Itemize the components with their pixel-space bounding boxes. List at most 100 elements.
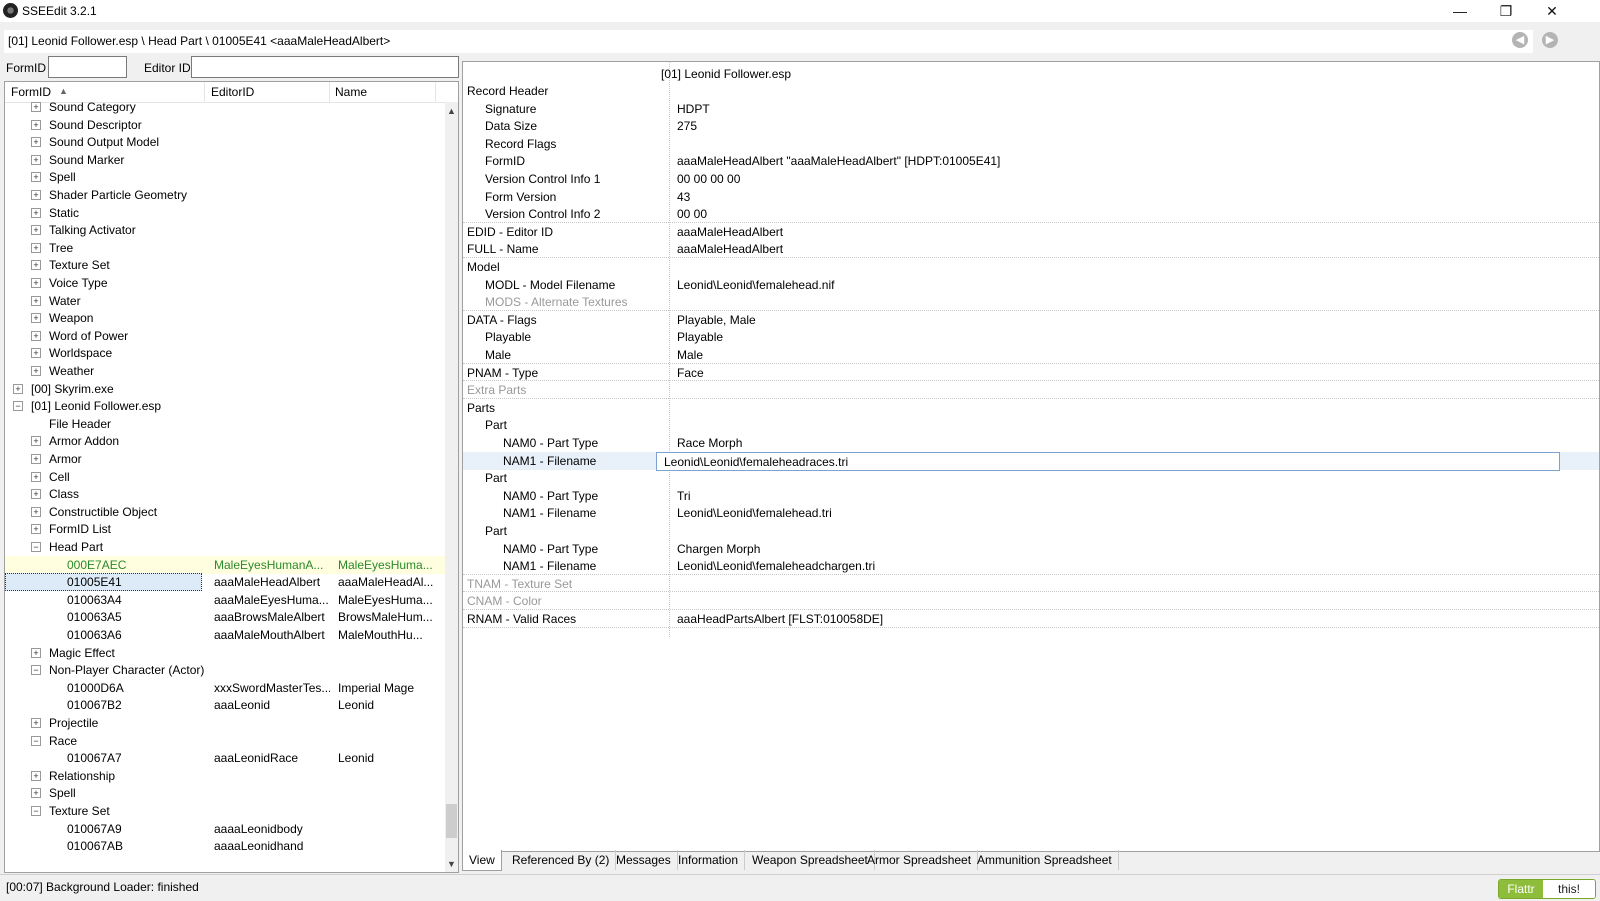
expand-icon[interactable]: + [31,471,41,482]
record-path-bar[interactable]: [01] Leonid Follower.esp \ Head Part \ 0… [4,30,1533,53]
record-row[interactable]: Data Size 275 [463,117,1599,135]
tree-row[interactable]: − Texture Set [5,802,445,820]
tree-row[interactable]: 010063A5 aaaBrowsMaleAlbert BrowsMaleHum..… [5,608,445,626]
tree-row[interactable]: − [01] Leonid Follower.esp [5,397,445,415]
record-row[interactable]: Part [463,522,1599,540]
tab-ammunition-spreadsheet[interactable]: Ammunition Spreadsheet [971,850,1119,870]
collapse-icon[interactable]: − [31,542,41,552]
expand-icon[interactable]: + [31,348,41,359]
expand-icon[interactable]: + [31,313,41,324]
column-header-editorid[interactable]: EditorID [211,85,254,99]
record-view[interactable]: [01] Leonid Follower.esp Record Header Si… [462,61,1600,852]
scrollbar-thumb[interactable] [446,804,457,838]
record-row[interactable]: FULL - Name aaaMaleHeadAlbert [463,240,1599,258]
expand-icon[interactable]: + [31,190,41,200]
editorid-filter-input[interactable] [191,56,459,78]
expand-icon[interactable]: + [31,506,41,517]
tree-row[interactable]: + Talking Activator [5,221,445,239]
tree-row[interactable]: + Armor Addon [5,432,445,450]
tree-row[interactable]: − Non-Player Character (Actor) [5,661,445,679]
record-row[interactable]: Model [463,258,1599,276]
tree-row[interactable]: + Sound Category [5,102,445,116]
expand-icon[interactable]: + [31,137,41,148]
record-row[interactable]: TNAM - Texture Set [463,575,1599,593]
maximize-button[interactable]: ❐ [1483,0,1529,22]
tree-row[interactable]: + Weapon [5,309,445,327]
record-row[interactable]: Part [463,416,1599,434]
tree-row[interactable]: 010067A7 aaaLeonidRace Leonid [5,749,445,767]
record-row[interactable]: MODL - Model Filename Leonid\Leonid\femal… [463,276,1599,294]
record-row[interactable]: Signature HDPT [463,100,1599,118]
tree-row[interactable]: File Header [5,415,445,433]
tree-row[interactable]: + Shader Particle Geometry [5,186,445,204]
tree-row[interactable]: + Cell [5,468,445,486]
tree-row[interactable]: 010063A4 aaaMaleEyesHuma... MaleEyesHuma..… [5,591,445,609]
record-row[interactable]: NAM1 - Filename Leonid\Leonid\femalehead.… [463,504,1599,522]
record-row[interactable]: NAM0 - Part Type Chargen Morph [463,540,1599,558]
record-row[interactable]: DATA - Flags Playable, Male [463,311,1599,329]
tree-row[interactable]: + FormID List [5,520,445,538]
tree-row[interactable]: − Head Part [5,538,445,556]
tree-row[interactable]: + Sound Marker [5,151,445,169]
record-row[interactable]: Form Version 43 [463,188,1599,206]
expand-icon[interactable]: + [31,489,41,500]
tree-row[interactable]: + Relationship [5,767,445,785]
tree-row[interactable]: + Projectile [5,714,445,732]
expand-icon[interactable]: + [31,647,41,658]
expand-icon[interactable]: + [31,330,41,341]
expand-icon[interactable]: + [31,718,41,728]
tree-row[interactable]: + Armor [5,450,445,468]
tree-row[interactable]: + Spell [5,784,445,802]
tree-row[interactable]: + Sound Output Model [5,133,445,151]
back-arrow-icon[interactable]: ◀ [1512,32,1528,48]
record-tree[interactable]: FormID ▲ EditorID Name + Sound Category + S… [4,81,459,873]
tree-row[interactable]: 010063A6 aaaMaleMouthAlbert MaleMouthHu... [5,626,445,644]
expand-icon[interactable]: + [31,770,41,781]
record-row[interactable]: Version Control Info 1 00 00 00 00 [463,170,1599,188]
scroll-up-icon[interactable]: ▲ [447,106,456,116]
record-row[interactable]: Playable Playable [463,328,1599,346]
flattr-button[interactable]: Flattr this! [1498,879,1596,899]
tree-row[interactable]: + Water [5,292,445,310]
record-row[interactable]: Part [463,469,1599,487]
record-row[interactable]: Record Flags [463,135,1599,153]
tree-row[interactable]: + Tree [5,239,445,257]
tab-armor-spreadsheet[interactable]: Armor Spreadsheet [861,850,979,870]
collapse-icon[interactable]: − [31,806,41,816]
tree-row[interactable]: − Race [5,732,445,750]
expand-icon[interactable]: + [31,102,41,112]
tree-row[interactable]: 010067B2 aaaLeonid Leonid [5,696,445,714]
tree-row[interactable]: + Texture Set [5,256,445,274]
record-row[interactable]: PNAM - Type Face [463,364,1599,382]
tree-row[interactable]: + Class [5,485,445,503]
tree-row[interactable]: + Word of Power [5,327,445,345]
expand-icon[interactable]: + [31,119,41,130]
record-row[interactable]: Record Header [463,82,1599,100]
expand-icon[interactable]: + [31,454,41,464]
tree-row[interactable]: 01000D6A xxxSwordMasterTes... Imperial Mag… [5,679,445,697]
expand-icon[interactable]: + [31,207,41,218]
expand-icon[interactable]: + [31,788,41,799]
record-row[interactable]: CNAM - Color [463,592,1599,610]
expand-icon[interactable]: + [13,383,23,394]
expand-icon[interactable]: + [31,436,41,447]
expand-icon[interactable]: + [31,278,41,288]
tab-view[interactable]: View [462,850,502,871]
collapse-icon[interactable]: − [13,401,23,412]
record-row[interactable]: RNAM - Valid Races aaaHeadPartsAlbert [FL… [463,610,1599,628]
record-row[interactable]: MODS - Alternate Textures [463,293,1599,311]
tree-row[interactable]: + Sound Descriptor [5,116,445,134]
tree-row[interactable]: 010067AB aaaaLeonidhand [5,837,445,855]
record-row[interactable]: NAM0 - Part Type Race Morph [463,434,1599,452]
forward-arrow-icon[interactable]: ▶ [1542,32,1558,48]
record-row[interactable]: NAM0 - Part Type Tri [463,487,1599,505]
expand-icon[interactable]: + [31,172,41,183]
record-row[interactable]: NAM1 - Filename Leonid\Leonid\femaleheadr… [463,451,1599,471]
tree-row[interactable]: + Static [5,204,445,222]
tree-row[interactable]: + Constructible Object [5,503,445,521]
tree-row[interactable]: + Magic Effect [5,644,445,662]
close-button[interactable]: ✕ [1529,0,1575,22]
record-row[interactable]: FormID aaaMaleHeadAlbert "aaaMaleHeadAlbe… [463,152,1599,170]
expand-icon[interactable]: + [31,154,41,165]
tree-row[interactable]: 000E7AEC MaleEyesHumanA... MaleEyesHuma... [5,555,445,574]
